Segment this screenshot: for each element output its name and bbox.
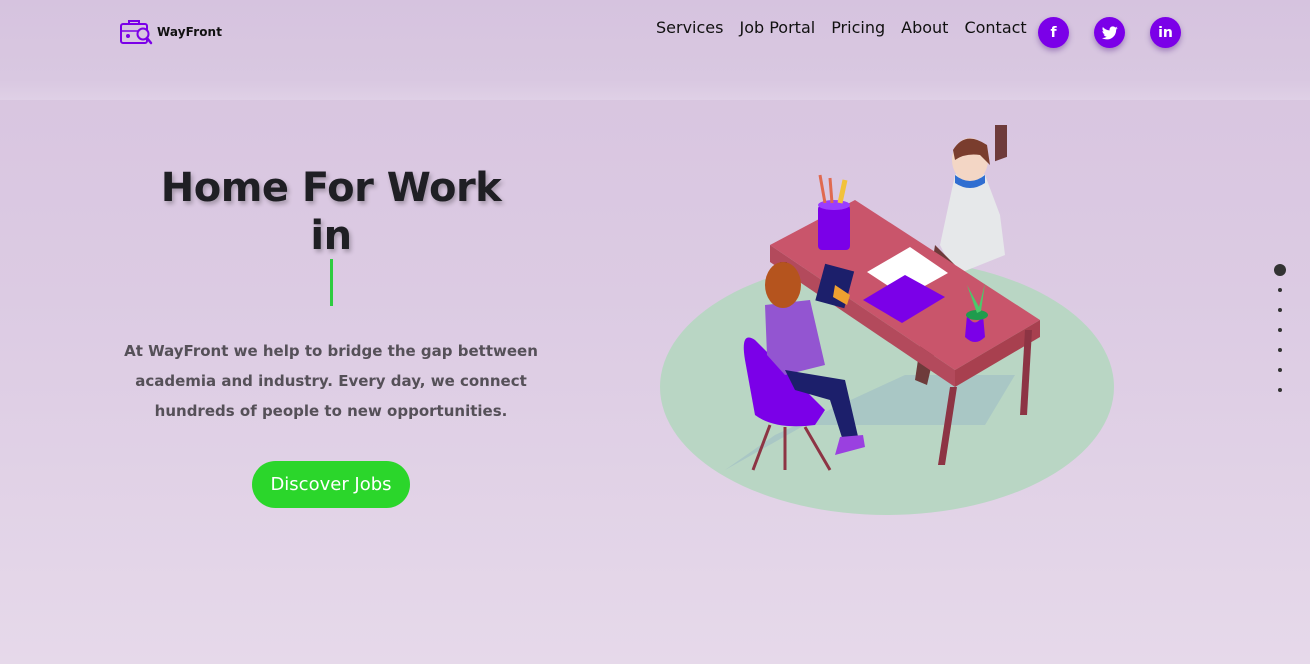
pagination-dot-active[interactable] (1274, 264, 1286, 276)
nav-contact[interactable]: Contact (964, 18, 1026, 37)
nav-pricing[interactable]: Pricing (831, 18, 885, 37)
hero-title-line2: in (310, 213, 352, 259)
hero-title-line1: Home For Work (160, 165, 502, 211)
briefcase-search-icon (120, 20, 153, 45)
pagination-dot[interactable] (1278, 388, 1282, 392)
discover-jobs-button[interactable]: Discover Jobs (252, 461, 410, 508)
linkedin-icon: in (1158, 24, 1173, 41)
hero-description: At WayFront we help to bridge the gap be… (124, 342, 538, 420)
pagination-dot[interactable] (1278, 348, 1282, 352)
typing-cursor (330, 259, 333, 306)
pencil-cup (818, 174, 850, 250)
hero-illustration (660, 125, 1114, 515)
twitter-button[interactable] (1094, 17, 1125, 48)
pagination-dot[interactable] (1278, 308, 1282, 312)
brand-name: WayFront (157, 25, 223, 39)
nav-about[interactable]: About (901, 18, 948, 37)
facebook-button[interactable]: f (1038, 17, 1069, 48)
logo[interactable]: WayFront (119, 17, 222, 47)
pagination-dot[interactable] (1278, 288, 1282, 292)
man-chair-back (995, 125, 1007, 162)
header-band (0, 0, 1310, 100)
twitter-icon (1101, 25, 1118, 39)
section-pagination (1272, 262, 1288, 402)
nav-services[interactable]: Services (656, 18, 723, 37)
hero-title: Home For Work in (150, 164, 512, 260)
pagination-dot[interactable] (1278, 328, 1282, 332)
linkedin-button[interactable]: in (1150, 17, 1181, 48)
nav-job-portal[interactable]: Job Portal (739, 18, 815, 37)
pagination-dot[interactable] (1278, 368, 1282, 372)
main-nav: Services Job Portal Pricing About Contac… (656, 18, 1043, 37)
facebook-icon: f (1050, 24, 1057, 41)
